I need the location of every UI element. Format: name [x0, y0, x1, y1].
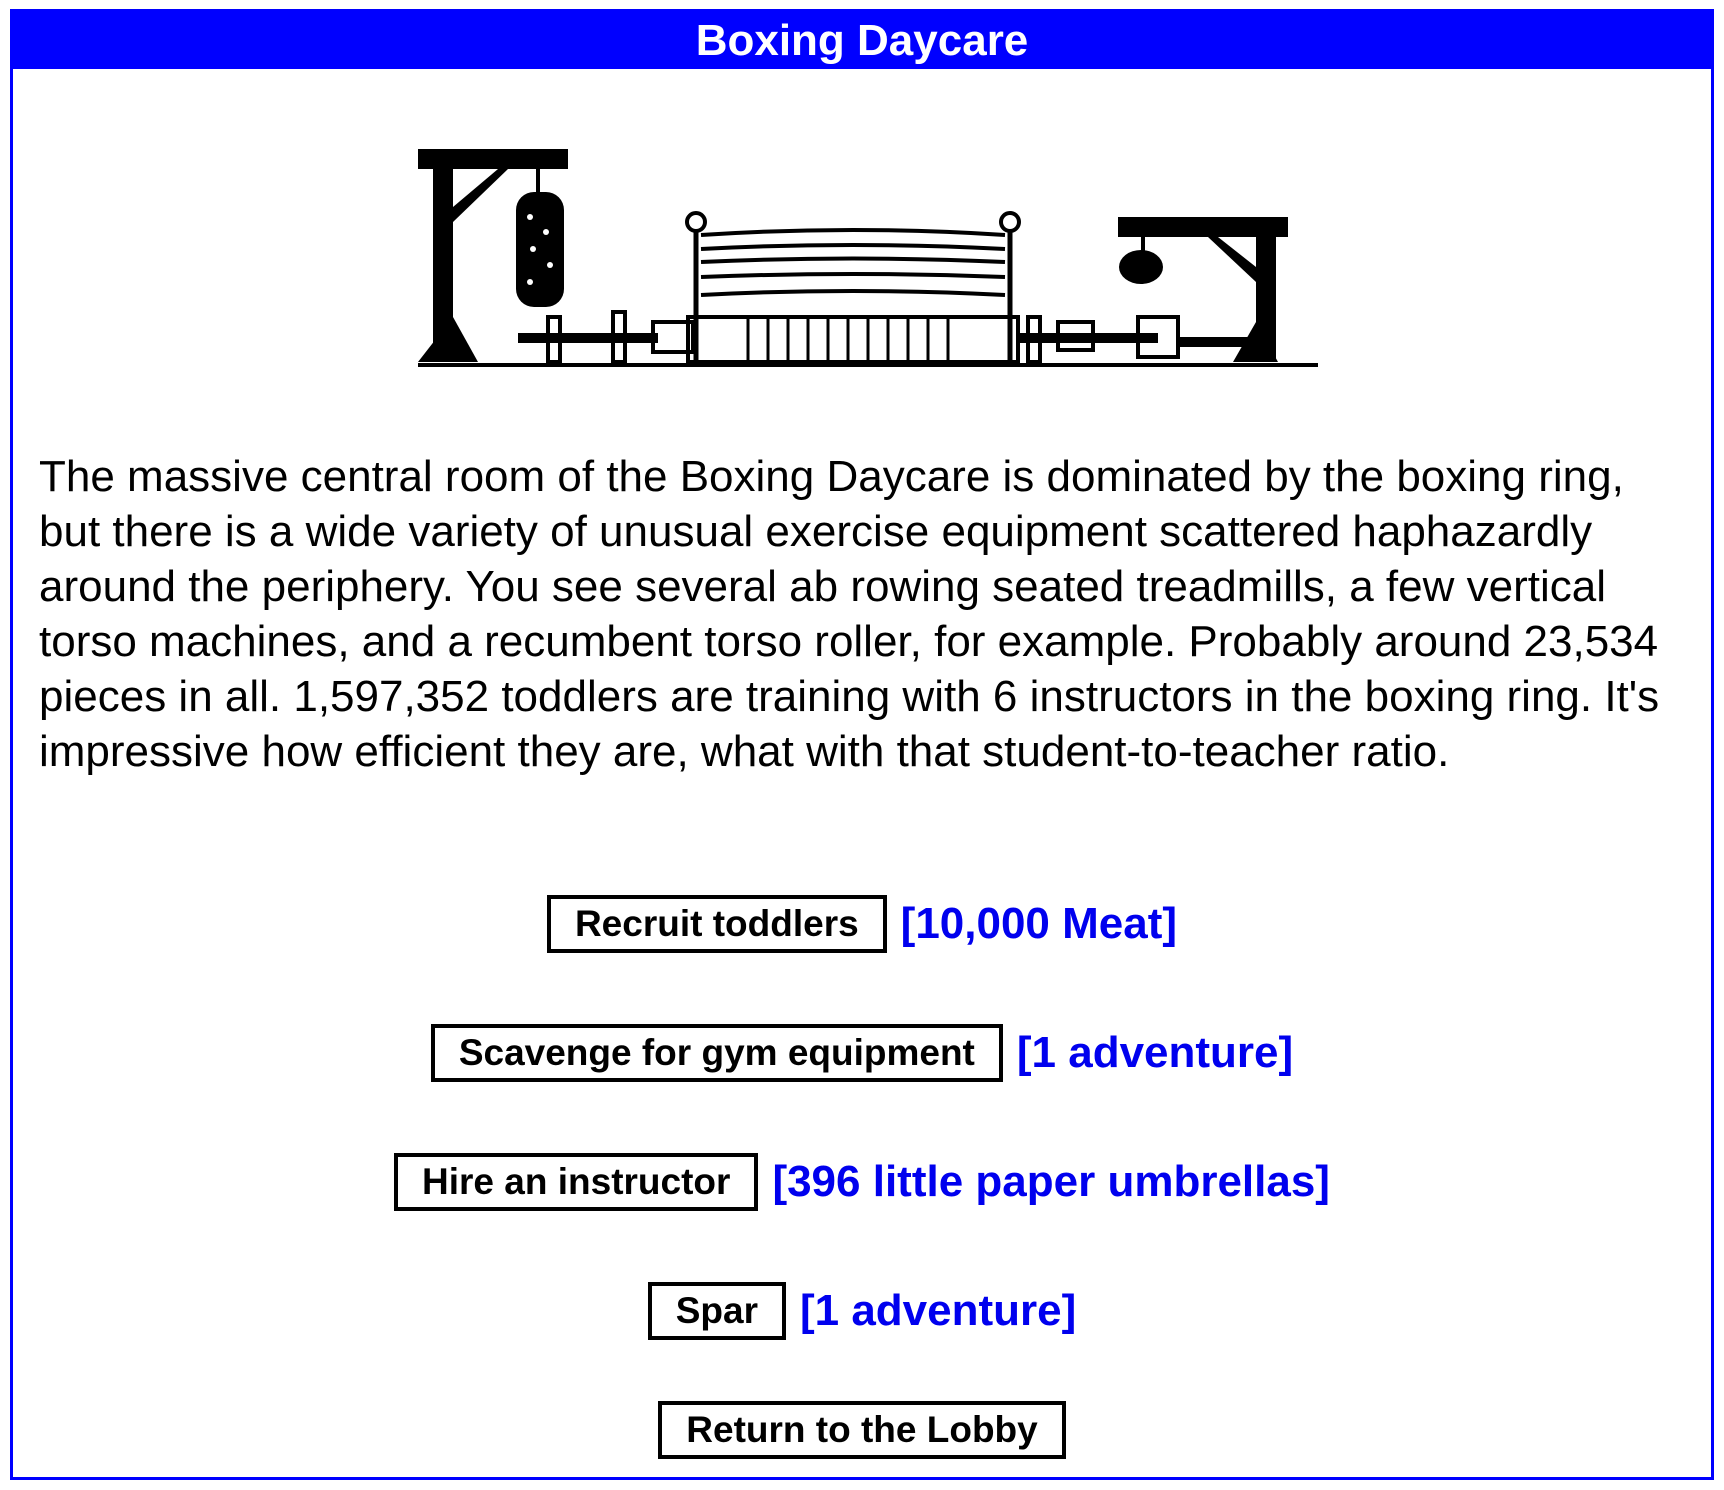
- hire-cost: [396 little paper umbrellas]: [772, 1157, 1330, 1206]
- spar-cost: [1 adventure]: [799, 1286, 1077, 1335]
- action-row-spar: Spar [1 adventure]: [13, 1282, 1711, 1340]
- action-row-hire: Hire an instructor [396 little paper umbr…: [13, 1153, 1711, 1211]
- hire-instructor-button[interactable]: Hire an instructor: [394, 1153, 759, 1211]
- boxing-ring-illustration: [418, 149, 1318, 367]
- room-description: The massive central room of the Boxing D…: [39, 452, 1660, 776]
- recruit-toddlers-button[interactable]: Recruit toddlers: [546, 895, 887, 953]
- heavy-bag-stand-icon: [418, 149, 568, 362]
- action-row-scavenge: Scavenge for gym equipment [1 adventure]: [13, 1024, 1711, 1082]
- action-row-recruit: Recruit toddlers [10,000 Meat]: [13, 895, 1711, 953]
- action-row-return: Return to the Lobby: [13, 1401, 1711, 1459]
- spar-button[interactable]: Spar: [647, 1282, 786, 1340]
- boxing-daycare-panel: Boxing Daycare The massive central room …: [10, 9, 1714, 1480]
- scavenge-cost: [1 adventure]: [1016, 1028, 1294, 1077]
- ring-icon: [685, 211, 1021, 364]
- panel-title: Boxing Daycare: [13, 12, 1711, 69]
- recruit-cost: [10,000 Meat]: [900, 899, 1178, 948]
- exercise-equipment-icon: [518, 310, 1248, 364]
- return-to-lobby-button[interactable]: Return to the Lobby: [658, 1401, 1066, 1459]
- scavenge-equipment-button[interactable]: Scavenge for gym equipment: [430, 1024, 1003, 1082]
